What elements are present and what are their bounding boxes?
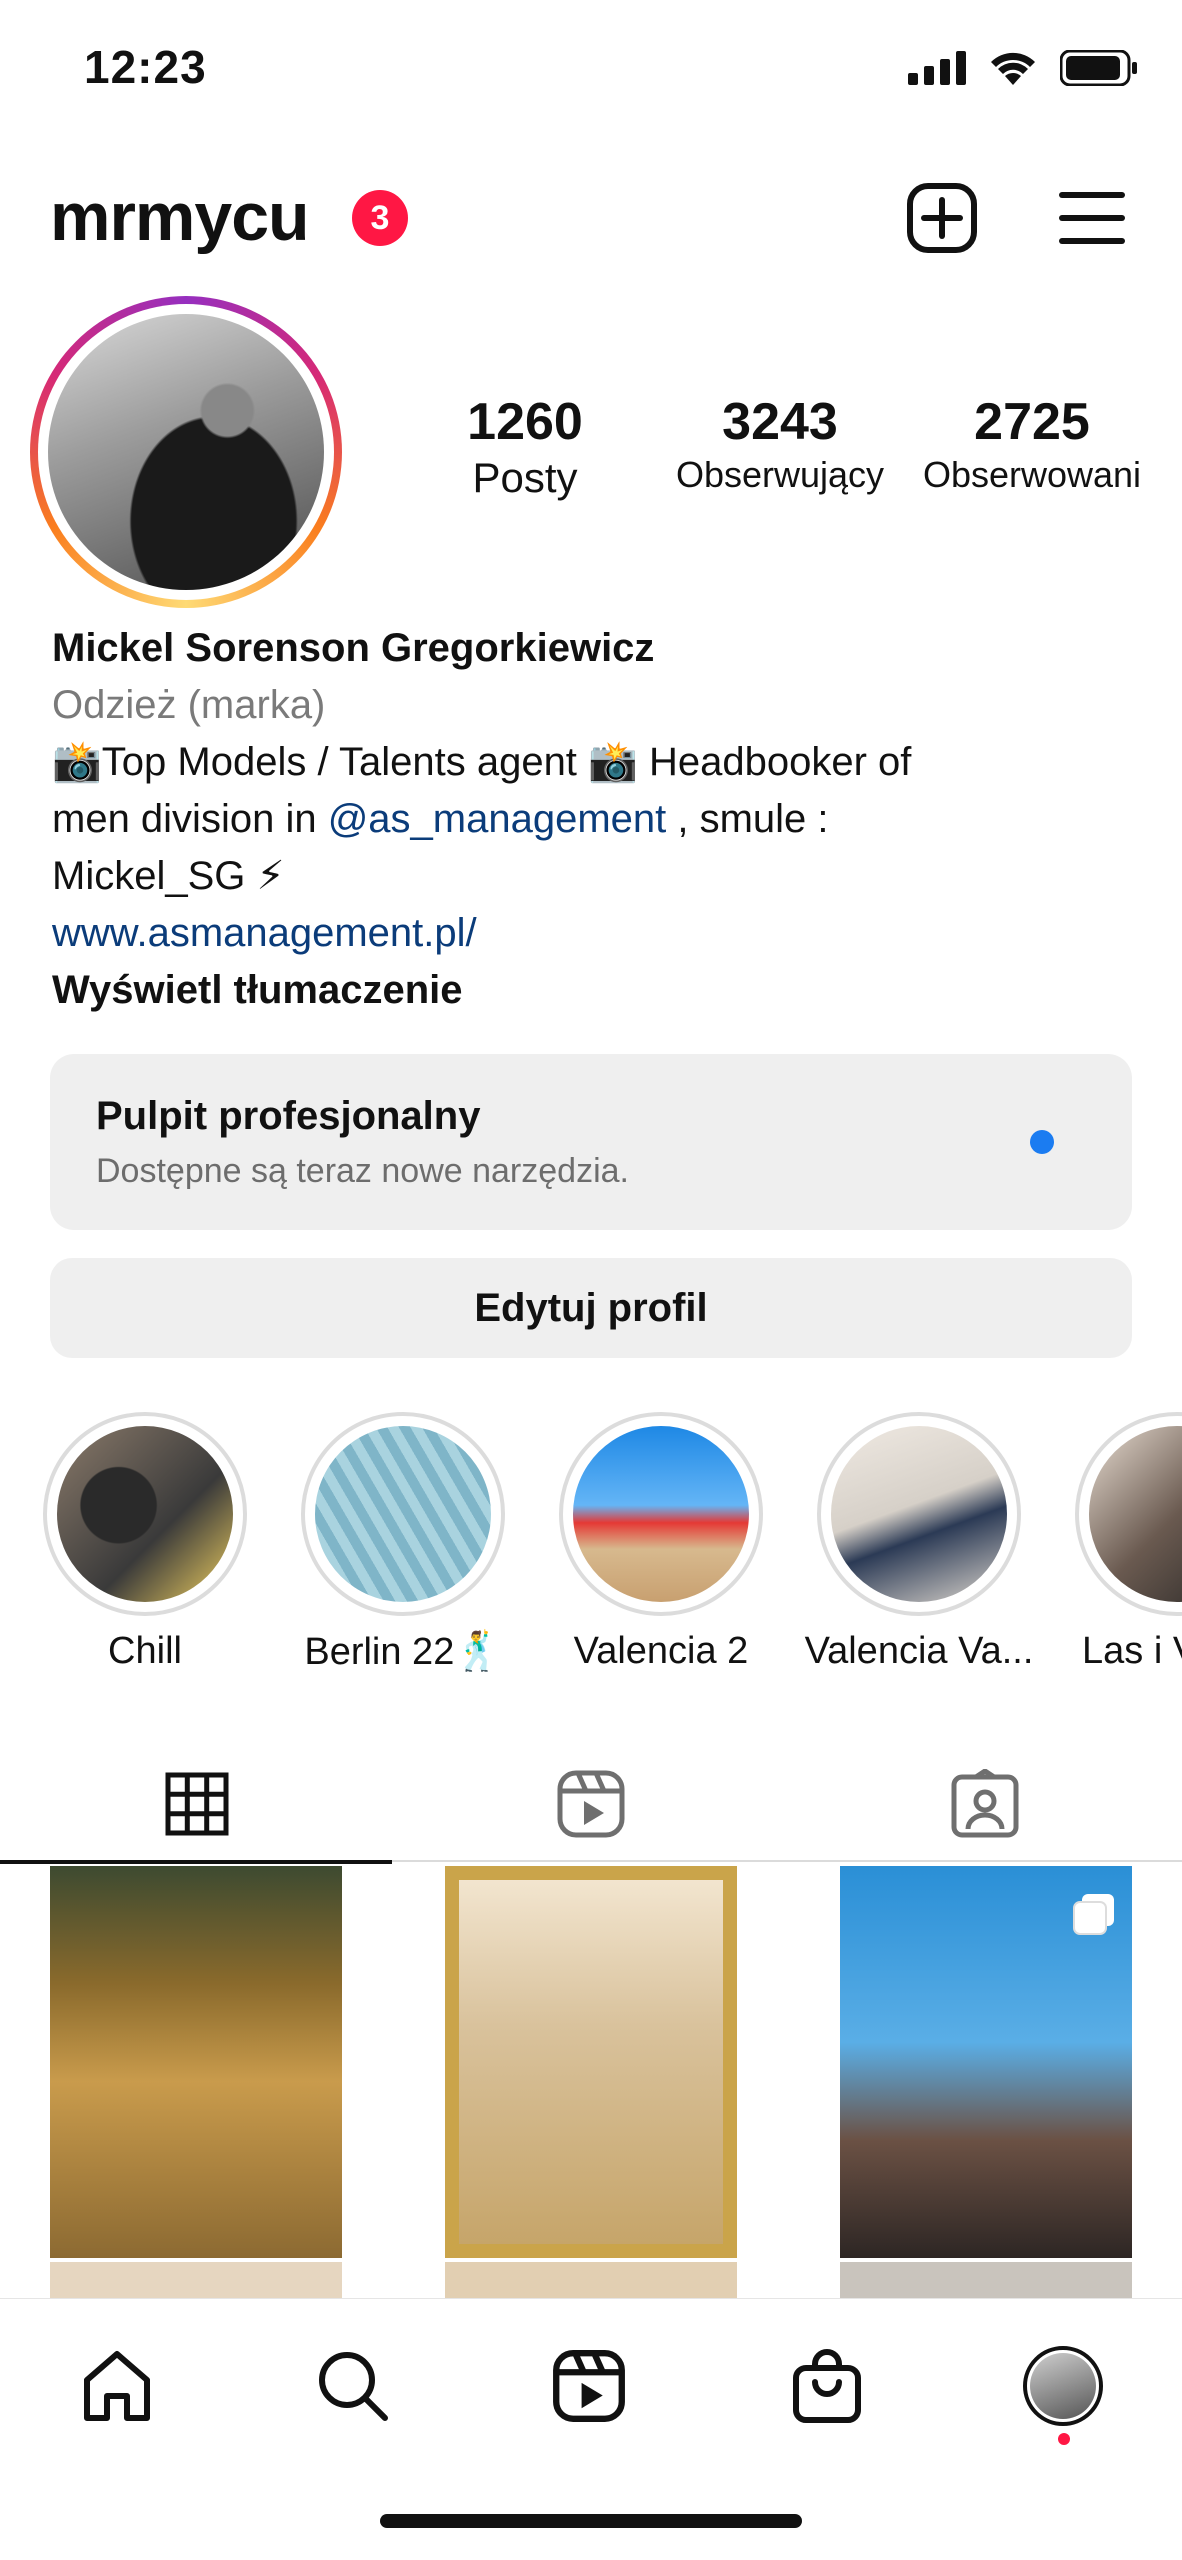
status-bar: 12:23 bbox=[0, 0, 1182, 150]
reels-icon bbox=[557, 1770, 625, 1838]
edit-profile-button[interactable]: Edytuj profil bbox=[50, 1258, 1132, 1358]
battery-icon bbox=[1060, 50, 1137, 86]
home-indicator[interactable] bbox=[380, 2514, 802, 2528]
active-tab-indicator bbox=[0, 1860, 392, 1864]
search-icon bbox=[319, 2352, 388, 2421]
highlight-item[interactable]: Chill bbox=[30, 1412, 260, 1673]
highlight-label: Las i V bbox=[1082, 1630, 1182, 1672]
post-thumbnail[interactable] bbox=[445, 2262, 737, 2300]
status-icons bbox=[908, 50, 1138, 86]
nav-profile-button[interactable] bbox=[1018, 2341, 1108, 2431]
profile-avatar bbox=[48, 314, 324, 590]
profile-avatar bbox=[1023, 2346, 1103, 2426]
menu-button[interactable] bbox=[1054, 180, 1130, 256]
carousel-multiple-icon bbox=[1073, 1894, 1114, 1935]
highlight-item[interactable]: Valencia 2 bbox=[546, 1412, 776, 1673]
plus-square-icon bbox=[907, 183, 977, 253]
nav-search-button[interactable] bbox=[308, 2341, 398, 2431]
story-highlights: Chill Berlin 22🕺 Valencia 2 Valencia Va.… bbox=[0, 1412, 1182, 1682]
followers-label: Obserwujący bbox=[675, 454, 885, 495]
highlight-item[interactable]: Berlin 22🕺 bbox=[288, 1412, 518, 1674]
profile-category: Odzież (marka) bbox=[52, 683, 326, 727]
nav-shop-button[interactable] bbox=[782, 2341, 872, 2431]
post-thumbnail[interactable] bbox=[50, 1866, 342, 2258]
profile-header: mrmycu 3 bbox=[0, 160, 1182, 280]
tab-grid[interactable] bbox=[0, 1746, 394, 1864]
highlight-cover bbox=[57, 1426, 233, 1602]
followers-count: 3243 bbox=[722, 393, 838, 451]
profile-display-name: Mickel Sorenson Gregorkiewicz bbox=[52, 626, 655, 670]
profile-bio: Mickel Sorenson Gregorkiewicz Odzież (ma… bbox=[52, 620, 1152, 1019]
posts-count: 1260 bbox=[467, 393, 583, 451]
shopping-bag-icon bbox=[793, 2349, 861, 2423]
home-icon bbox=[84, 2351, 150, 2421]
highlight-cover bbox=[573, 1426, 749, 1602]
posts-label: Posty bbox=[472, 454, 578, 501]
profile-content-tabs bbox=[0, 1746, 1182, 1864]
signal-icon bbox=[908, 51, 966, 85]
highlight-cover bbox=[315, 1426, 491, 1602]
bio-website-link[interactable]: www.asmanagement.pl/ bbox=[52, 905, 1152, 962]
username-title[interactable]: mrmycu bbox=[50, 178, 310, 256]
following-stat[interactable]: 2725 Obserwowani bbox=[912, 392, 1152, 496]
see-translation-link[interactable]: Wyświetl tłumaczenie bbox=[52, 962, 1152, 1019]
following-count: 2725 bbox=[974, 393, 1090, 451]
wifi-icon bbox=[991, 52, 1035, 85]
highlight-cover bbox=[1089, 1426, 1182, 1602]
posts-grid bbox=[0, 1866, 1182, 2300]
following-label: Obserwowani bbox=[922, 454, 1142, 495]
nav-home-button[interactable] bbox=[72, 2341, 162, 2431]
post-thumbnail[interactable] bbox=[840, 2262, 1132, 2300]
new-post-button[interactable] bbox=[904, 180, 980, 256]
professional-dashboard-card[interactable]: Pulpit profesjonalny Dostępne są teraz n… bbox=[50, 1054, 1132, 1230]
highlight-label: Berlin 22🕺 bbox=[304, 1631, 502, 1673]
status-time: 12:23 bbox=[84, 41, 207, 93]
notification-badge[interactable]: 3 bbox=[352, 190, 408, 246]
grid-icon bbox=[165, 1772, 229, 1836]
tab-reels[interactable] bbox=[394, 1746, 788, 1862]
hamburger-menu-icon bbox=[1059, 192, 1125, 244]
highlight-item[interactable]: Las i V bbox=[1062, 1412, 1182, 1673]
dashboard-subtitle: Dostępne są teraz nowe narzędzia. bbox=[96, 1152, 629, 1190]
highlight-item[interactable]: Valencia Va... bbox=[804, 1412, 1034, 1673]
post-thumbnail[interactable] bbox=[445, 1866, 737, 2258]
highlight-cover bbox=[831, 1426, 1007, 1602]
tab-tagged[interactable] bbox=[788, 1746, 1182, 1862]
posts-stat[interactable]: 1260 Posty bbox=[440, 392, 610, 502]
followers-stat[interactable]: 3243 Obserwujący bbox=[660, 392, 900, 496]
dashboard-title: Pulpit profesjonalny bbox=[96, 1094, 481, 1138]
profile-notification-dot bbox=[1058, 2433, 1070, 2445]
post-thumbnail[interactable] bbox=[840, 1866, 1132, 2258]
bio-line: men division in @as_management , smule : bbox=[52, 797, 829, 841]
reels-icon bbox=[553, 2350, 625, 2422]
bio-line: Mickel_SG ⚡ bbox=[52, 854, 285, 898]
highlight-label: Chill bbox=[108, 1630, 182, 1672]
profile-avatar-story-ring[interactable] bbox=[30, 296, 342, 608]
highlight-label: Valencia 2 bbox=[573, 1630, 749, 1672]
tagged-person-icon bbox=[951, 1769, 1019, 1838]
new-indicator-dot bbox=[1030, 1130, 1054, 1154]
profile-stats: 1260 Posty 3243 Obserwujący 2725 Obserwo… bbox=[440, 392, 1160, 512]
highlight-label: Valencia Va... bbox=[804, 1630, 1034, 1672]
post-thumbnail[interactable] bbox=[50, 2262, 342, 2300]
bio-mention-link[interactable]: @as_management bbox=[328, 797, 667, 841]
nav-reels-button[interactable] bbox=[544, 2341, 634, 2431]
bio-line: 📸Top Models / Talents agent 📸 Headbooker… bbox=[52, 740, 912, 784]
